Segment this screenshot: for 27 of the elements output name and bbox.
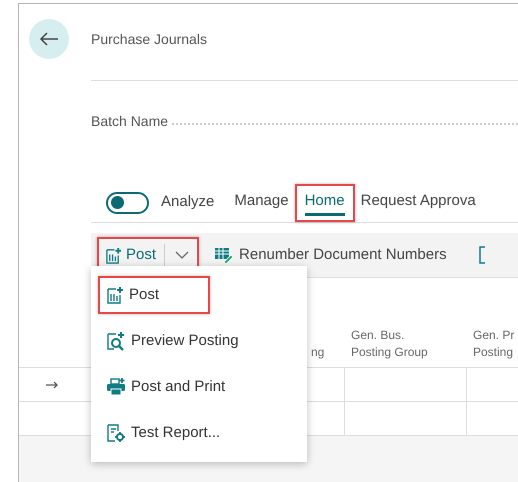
tab[interactable]: Request Approva bbox=[360, 190, 476, 216]
column-header: Gen. Bus. Posting Group bbox=[350, 327, 429, 361]
page-title: Purchase Journals bbox=[91, 30, 207, 48]
menu-item[interactable]: Post and Print bbox=[98, 368, 226, 406]
button-label: Post bbox=[126, 244, 156, 265]
menu-item[interactable]: Preview Posting bbox=[98, 322, 239, 360]
chevron-down-icon[interactable] bbox=[175, 251, 190, 259]
toggle-label: Analyze bbox=[161, 192, 214, 212]
menu-item[interactable]: Post bbox=[98, 276, 210, 314]
menu-item[interactable]: Test Report... bbox=[98, 414, 220, 452]
post-icon bbox=[105, 246, 122, 264]
printer-icon bbox=[106, 378, 126, 396]
toolbar-icon[interactable] bbox=[478, 246, 485, 264]
column-header: Gen. Pr Posting bbox=[472, 327, 516, 361]
tab[interactable]: Manage bbox=[234, 190, 289, 216]
back-button[interactable] bbox=[29, 19, 69, 59]
tab[interactable]: Home bbox=[304, 190, 345, 216]
field-label: Batch Name bbox=[91, 112, 168, 130]
column-header: ng bbox=[310, 344, 326, 361]
gear-document-icon bbox=[106, 423, 126, 443]
analyze-toggle[interactable] bbox=[106, 192, 149, 214]
back-arrow-icon bbox=[39, 31, 59, 47]
magnifier-document-icon bbox=[106, 331, 126, 351]
current-row-marker: → bbox=[45, 374, 58, 396]
post-icon bbox=[106, 286, 124, 304]
renumber-button[interactable]: Renumber Document Numbers bbox=[215, 244, 447, 266]
grid-pencil-icon bbox=[215, 247, 234, 263]
